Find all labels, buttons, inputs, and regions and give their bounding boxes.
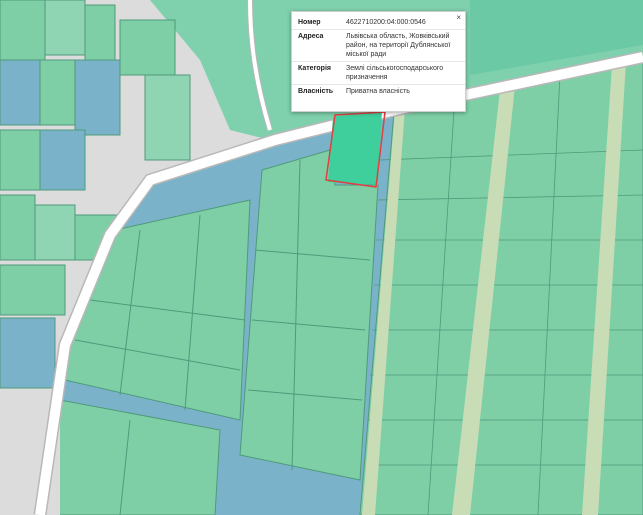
info-key: Власність: [292, 84, 340, 98]
info-value: 4622710200:04:000:0546: [346, 19, 426, 26]
close-icon[interactable]: ×: [456, 13, 461, 22]
info-value: Землі сільськогосподарського призначення: [340, 61, 465, 85]
cadastral-map[interactable]: × Номер 4622710200:04:000:0546 Адреса Ль…: [0, 0, 643, 515]
info-value: Львівська область, Жовківський район, на…: [340, 29, 465, 62]
selected-parcel[interactable]: [328, 110, 382, 185]
info-row-category: Категорія Землі сільськогосподарського п…: [292, 61, 465, 85]
parcel-info-table: Номер 4622710200:04:000:0546 Адреса Льві…: [292, 16, 465, 98]
info-row-ownership: Власність Приватна власність: [292, 84, 465, 98]
field-parcels-middle: [239, 149, 379, 481]
info-value: Приватна власність: [340, 84, 465, 98]
info-row-number: Номер 4622710200:04:000:0546: [292, 16, 465, 30]
info-row-address: Адреса Львівська область, Жовківський ра…: [292, 29, 465, 62]
parcel-info-popup: × Номер 4622710200:04:000:0546 Адреса Ль…: [291, 11, 466, 112]
info-key: Номер: [298, 19, 321, 26]
info-key: Категорія: [292, 61, 340, 85]
info-key: Адреса: [292, 29, 340, 62]
